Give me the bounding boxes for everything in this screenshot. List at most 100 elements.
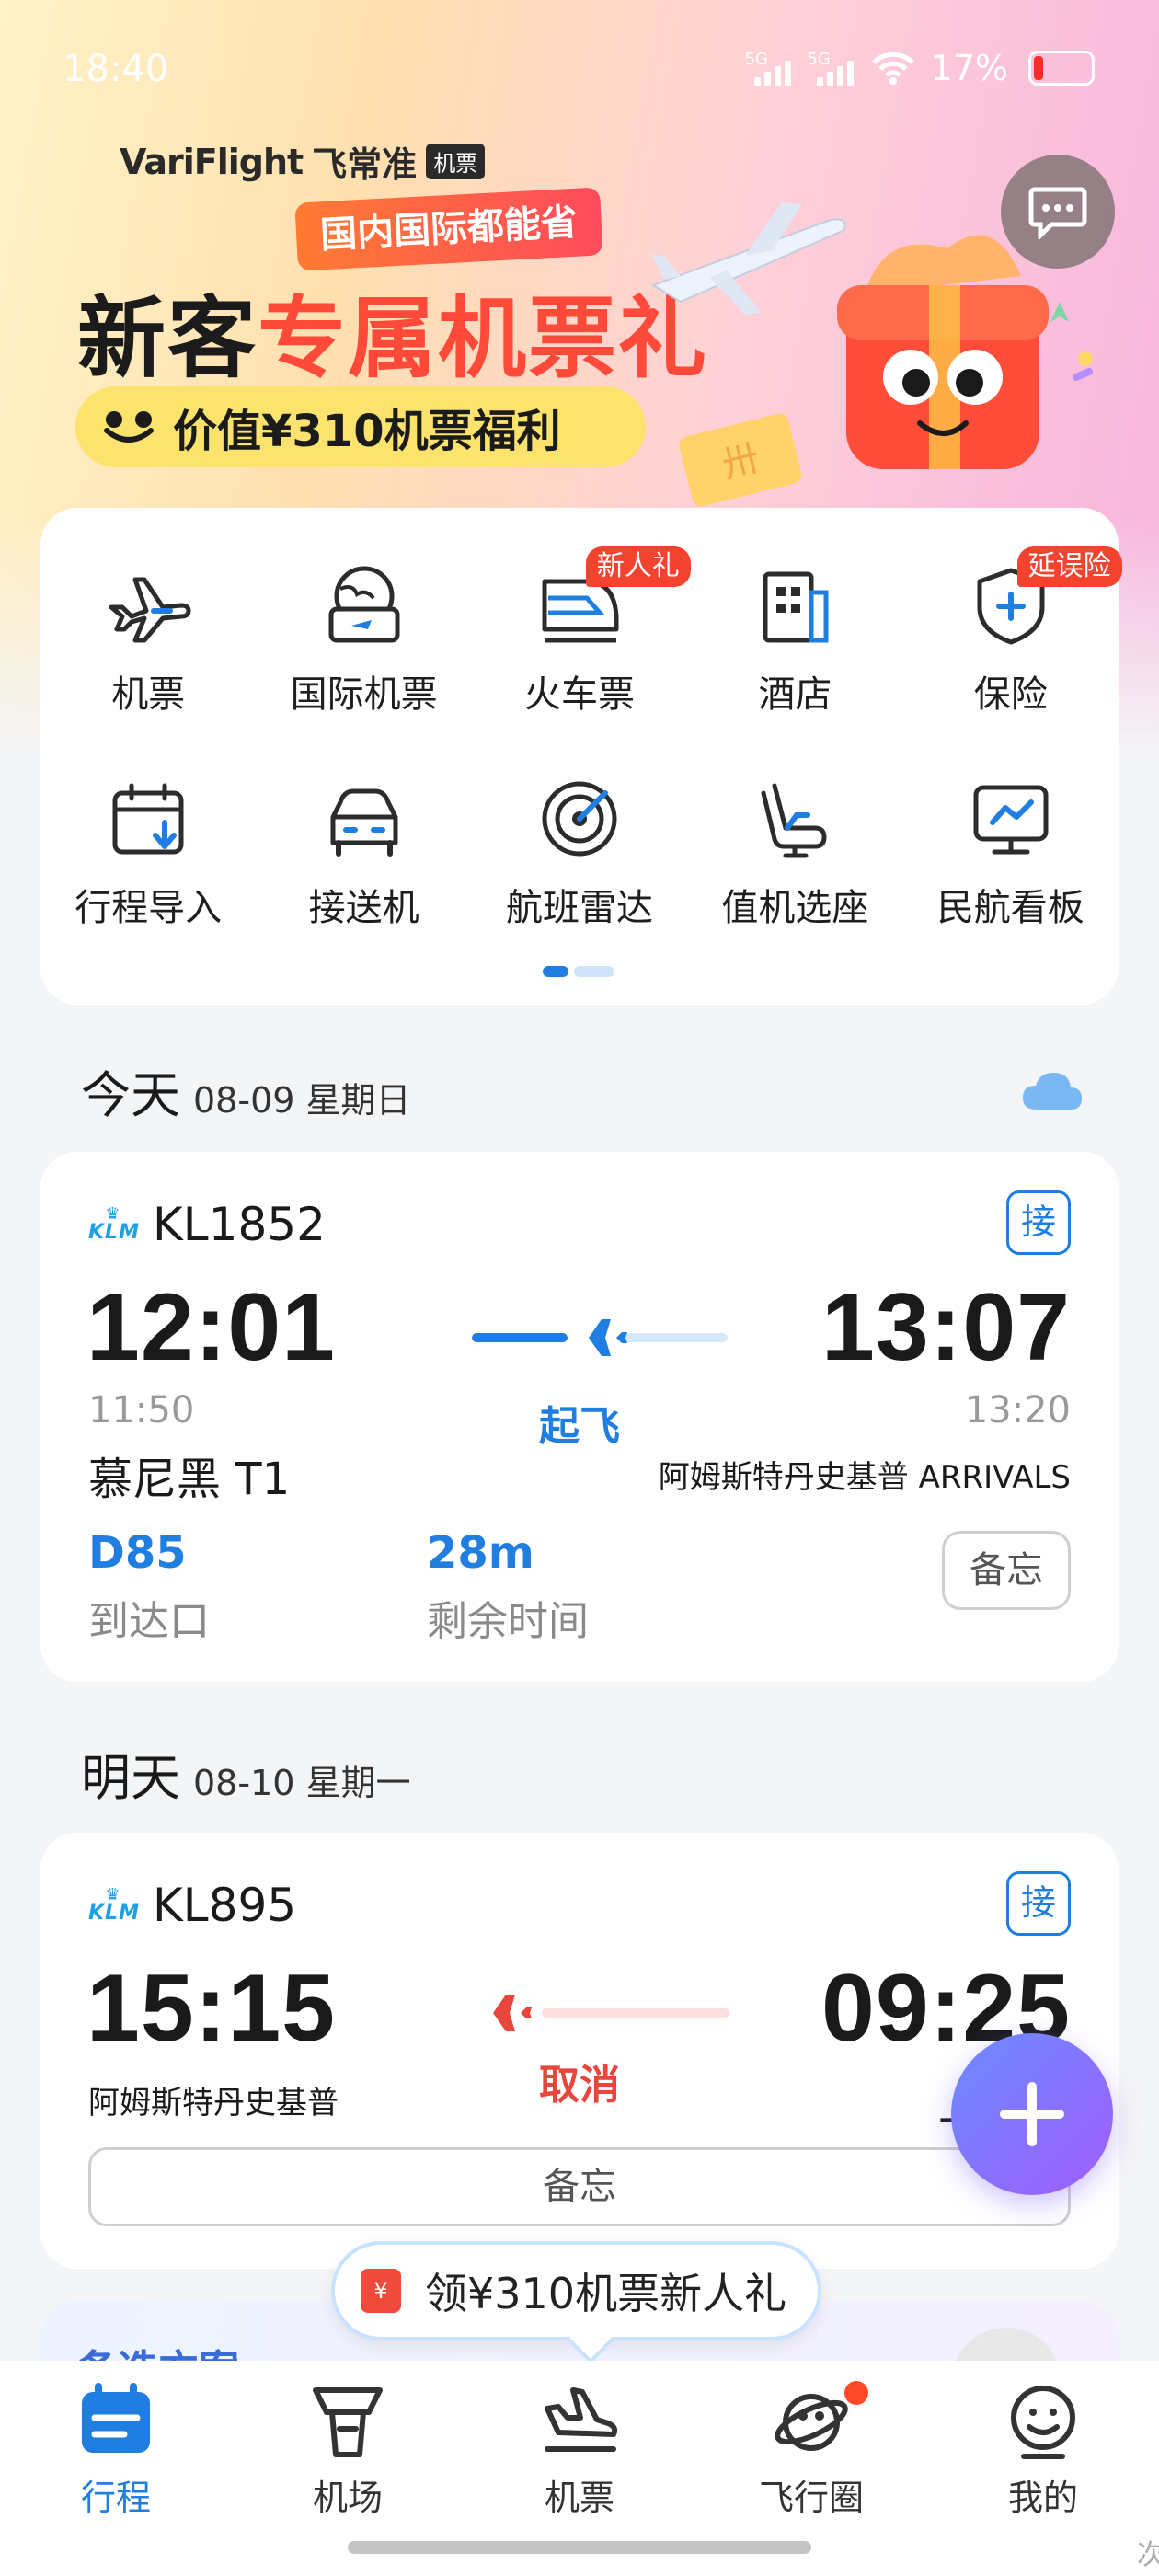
flight-header: ♛ KLM KL895	[88, 1879, 296, 1932]
itinerary-icon	[75, 2379, 157, 2462]
gift-pill-text: 领¥310机票新人礼	[425, 2269, 787, 2318]
tab-itinerary[interactable]: 行程	[0, 2361, 232, 2576]
tab-label: 机票	[544, 2478, 614, 2518]
delay-insurance-badge: 延误险	[1016, 546, 1122, 587]
services-card: 机票 国际机票 新人礼 火车票 酒店 延误险 保险 行程导入 接送机 航班雷达 …	[40, 508, 1122, 1005]
remaining-label: 剩余时间	[427, 1598, 589, 1645]
tab-label: 行程	[80, 2478, 151, 2518]
service-insurance[interactable]: 延误险 保险	[903, 546, 1122, 719]
tomorrow-header: 明天 08-10 星期一	[81, 1737, 411, 1810]
signal-icon-2: 5G	[808, 50, 855, 86]
car-icon	[318, 773, 410, 865]
new-user-gift-pill[interactable]: ¥ 领¥310机票新人礼	[331, 2241, 822, 2364]
radar-icon	[534, 773, 625, 865]
route-cancelled	[478, 1995, 729, 2031]
departure-scheduled: 11:50	[88, 1389, 195, 1432]
customer-service-button[interactable]	[1001, 155, 1115, 269]
globe-ticket-icon	[318, 559, 410, 651]
status-icons: 5G 5G 17%	[745, 48, 1095, 88]
tab-profile[interactable]: 我的	[927, 2361, 1159, 2576]
service-label: 机票	[111, 673, 186, 716]
service-transfer[interactable]: 接送机	[256, 765, 471, 933]
battery-icon	[1028, 51, 1095, 86]
departure-place: 慕尼黑 T1	[88, 1454, 291, 1505]
flight-status: 起飞	[539, 1403, 620, 1450]
cloud-icon	[1023, 1073, 1082, 1110]
brand-logo: VariFlight 飞常准 机票	[120, 136, 486, 187]
service-label: 值机选座	[721, 887, 869, 929]
gate-value: D85	[88, 1527, 187, 1579]
today-title: 今天	[81, 1066, 180, 1124]
services-grid: 机票 国际机票 新人礼 火车票 酒店 延误险 保险 行程导入 接送机 航班雷达 …	[40, 546, 1122, 933]
service-flight-radar[interactable]: 航班雷达	[472, 765, 687, 933]
new-user-badge: 新人礼	[585, 546, 691, 587]
monitor-chart-icon	[965, 773, 1057, 865]
service-hotel[interactable]: 酒店	[687, 552, 902, 719]
hotel-icon	[749, 559, 841, 651]
remaining-value: 28m	[427, 1527, 534, 1579]
service-label: 火车票	[523, 673, 635, 716]
tomorrow-title: 明天	[81, 1749, 180, 1807]
memo-button[interactable]: 备忘	[88, 2147, 1071, 2226]
service-flight[interactable]: 机票	[40, 552, 256, 719]
flight-status: 取消	[539, 2062, 620, 2109]
today-header: 今天 08-09 星期日	[81, 1054, 411, 1127]
add-itinerary-button[interactable]	[951, 2033, 1113, 2195]
departure-time: 12:01	[86, 1274, 336, 1381]
plane-land-icon	[538, 2379, 621, 2462]
service-label: 国际机票	[290, 673, 438, 716]
promo-value-strip[interactable]: 价值¥310机票福利	[75, 386, 646, 467]
wifi-icon	[871, 52, 914, 85]
tower-icon	[306, 2379, 389, 2462]
battery-percent: 17%	[930, 48, 1008, 88]
tab-label: 我的	[1007, 2478, 1078, 2518]
tab-label: 飞行圈	[758, 2478, 864, 2518]
seat-icon	[749, 773, 841, 865]
today-date: 08-09 星期日	[193, 1080, 411, 1121]
service-label: 行程导入	[75, 887, 223, 929]
plus-icon	[1000, 2082, 1064, 2146]
klm-logo: ♛ KLM	[88, 1204, 140, 1244]
pickup-button[interactable]: 接	[1006, 1190, 1071, 1255]
services-pager	[543, 966, 614, 977]
signal-icon: 5G	[745, 50, 793, 86]
service-aviation-board[interactable]: 民航看板	[903, 765, 1119, 933]
service-itinerary-import[interactable]: 行程导入	[40, 765, 256, 933]
smile-user-icon	[1002, 2379, 1084, 2462]
gate-label: 到达口	[88, 1598, 210, 1645]
service-label: 民航看板	[936, 887, 1084, 929]
corner-text: 次	[1137, 2539, 1159, 2571]
service-intl-flight[interactable]: 国际机票	[256, 552, 471, 719]
promo-title[interactable]: 新客专属机票礼	[77, 267, 708, 395]
service-label: 酒店	[758, 673, 832, 716]
tab-label: 机场	[312, 2478, 383, 2518]
service-checkin-seat[interactable]: 值机选座	[687, 765, 902, 933]
arrival-place: 阿姆斯特丹史基普 ARRIVALS	[658, 1459, 1071, 1496]
tomorrow-date: 08-10 星期一	[193, 1763, 411, 1803]
red-envelope-icon: ¥	[361, 2269, 401, 2313]
pickup-button[interactable]: 接	[1006, 1871, 1071, 1936]
promo-strip-text: 价值¥310机票福利	[173, 406, 561, 457]
home-indicator[interactable]	[348, 2541, 811, 2554]
flight-number: KL1852	[153, 1198, 326, 1251]
route-progress	[472, 1319, 728, 1356]
arrival-time: 13:07	[821, 1274, 1071, 1381]
service-train[interactable]: 新人礼 火车票	[472, 546, 691, 719]
flight-card-tomorrow[interactable]: ♛KLM KL895 接 15:15 阿姆斯特丹史基普 取消 09:25 上海浦…	[40, 1833, 1119, 2269]
memo-button[interactable]: 备忘	[942, 1531, 1071, 1610]
status-bar: 18:40 5G 5G 17%	[0, 0, 1159, 138]
calendar-import-icon	[102, 773, 194, 865]
arrival-scheduled: 13:20	[964, 1389, 1071, 1432]
service-label: 保险	[973, 673, 1048, 716]
flight-number: KL895	[153, 1879, 297, 1932]
smile-face-icon	[104, 411, 154, 443]
chat-bubble-icon	[1028, 187, 1087, 239]
departure-place: 阿姆斯特丹史基普	[88, 2085, 339, 2122]
flight-header: ♛ KLM KL1852	[88, 1198, 326, 1251]
status-time: 18:40	[63, 48, 169, 90]
departure-time: 15:15	[86, 1955, 336, 2062]
flight-card-today[interactable]: ♛ KLM KL1852 接 12:01 11:50 慕尼黑 T1 起飞 13:0…	[40, 1152, 1119, 1682]
plane-icon	[102, 559, 194, 651]
planet-icon	[770, 2379, 853, 2462]
service-label: 航班雷达	[505, 887, 653, 929]
